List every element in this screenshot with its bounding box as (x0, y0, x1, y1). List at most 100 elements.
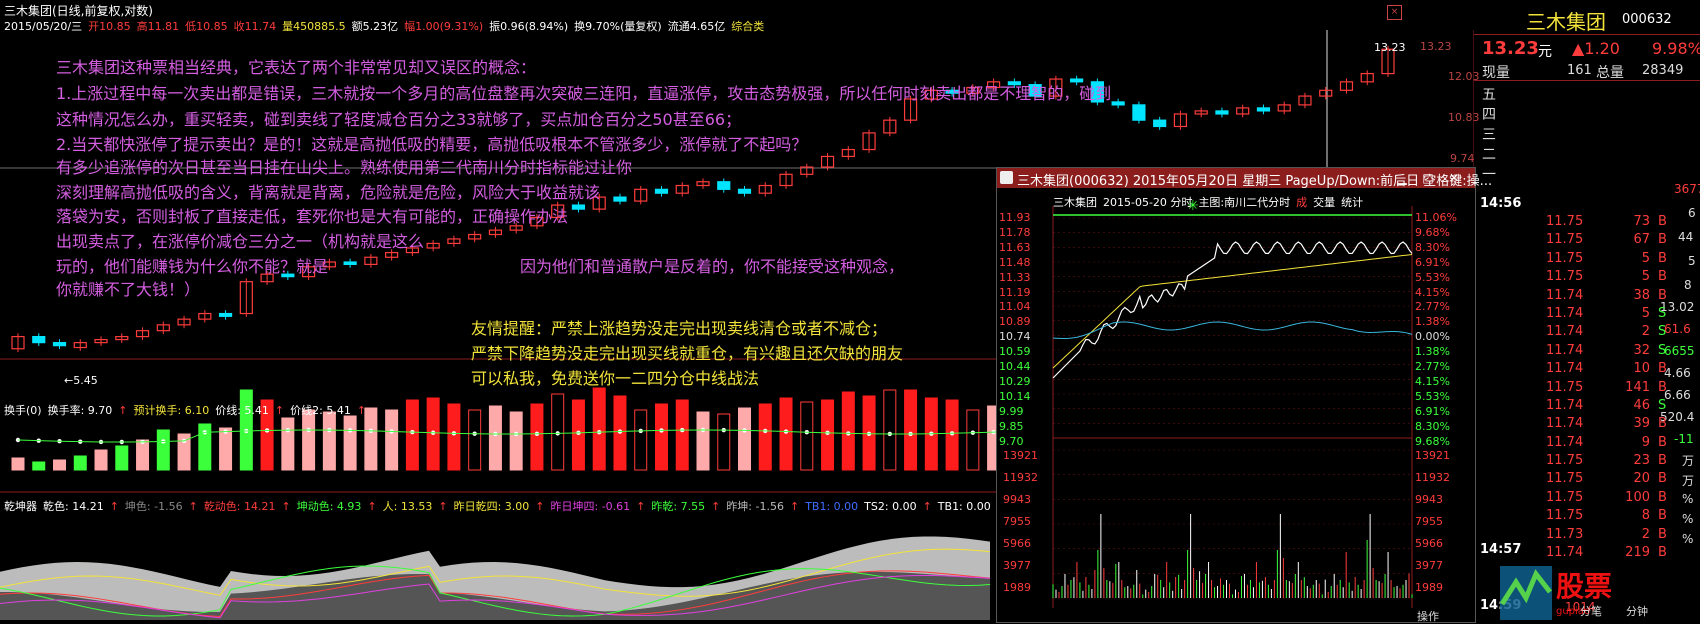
trade-row: 11.75 141 B (1474, 380, 1700, 398)
turnover-bar (488, 405, 502, 471)
axis-tick: 8.30% (1415, 240, 1450, 254)
intraday-window-titlebar[interactable]: 三木集团(000632) 2015年05月20日 星期三 PageUp/Down… (997, 168, 1492, 189)
ind2-18: ↑ (789, 500, 800, 513)
trade-vol: 10 (1633, 361, 1650, 377)
candle-body (1215, 110, 1229, 115)
close-icon[interactable]: × (1387, 5, 1402, 20)
ind2-1: 乾色: 14.21 (43, 500, 104, 513)
trade-vol: 67 (1633, 232, 1650, 248)
intraday-window[interactable]: 三木集团(000632) 2015年05月20日 星期三 PageUp/Down… (996, 167, 1492, 624)
axis-tick: 0.00% (1415, 330, 1450, 344)
axis-tick: 1989 (1003, 581, 1031, 594)
annotation-line-2: 1.上涨过程中每一次卖出都是错误，三木就按一个多月的高位盘整再次突破三连阳，直逼… (56, 84, 1112, 103)
maximize-icon[interactable]: □ (1417, 170, 1439, 186)
trade-price: 11.74 (1546, 361, 1584, 377)
trade-price: 11.74 (1546, 287, 1584, 303)
trade-dir: B (1658, 471, 1667, 487)
ask-2-label: 二 (1482, 147, 1496, 163)
trade-price: 11.75 (1546, 471, 1584, 487)
annotation-line-5: 有多少追涨停的次日甚至当日挂在山尖上。熟练使用第二代南川分时指标能过让你 (56, 158, 633, 177)
tab-fenzhong[interactable]: 分钟 (1626, 603, 1648, 619)
axis-tick: 5966 (1415, 537, 1443, 550)
annotation-line-10: 你就赚不了大钱！） (56, 280, 201, 299)
ind2-11: 昨日乾四: 3.00 (453, 500, 530, 513)
ind2-12: ↑ (535, 500, 545, 513)
ind1-2: ↑ (118, 404, 128, 417)
ind2-3: 坤色: -1.56 (124, 500, 183, 513)
candle-body (717, 181, 731, 190)
axis-tick: 11.06% (1415, 211, 1457, 224)
trade-vol: 32 (1633, 342, 1650, 358)
turnover-bar (219, 427, 233, 471)
trade-dir: B (1658, 232, 1667, 248)
axis-tick: 13921 (1415, 449, 1450, 462)
close-icon[interactable]: ✕ (1443, 170, 1465, 186)
turnover-bar (758, 403, 772, 471)
candle-body (1153, 119, 1167, 128)
axis-tick: 11.04 (999, 300, 1031, 314)
trade-price: 11.74 (1546, 342, 1584, 358)
turnover-bar (73, 455, 87, 471)
trade-row: 11.75 20 B (1474, 471, 1700, 489)
axis-tick: 1.38% (1415, 315, 1450, 329)
annotation-line-7: 落袋为安，否则封板了直接走低，套死你也是大有可能的，正确操作办法 (56, 207, 569, 226)
stock-name: 三木集团 (1526, 10, 1606, 34)
trade-dir: S (1658, 342, 1667, 358)
axis-tick: 9.68% (1415, 225, 1450, 239)
tab-fenbi[interactable]: 分笔 (1580, 603, 1602, 619)
axis-tick: 11.93 (999, 211, 1031, 224)
trade-list[interactable]: 11.75 73 B 11.75 67 B 11.75 5 B 11.75 5 B 11.74 38 B 11… (1474, 214, 1700, 563)
trade-dir: S (1658, 305, 1667, 321)
turnover-bar (696, 411, 710, 471)
minimize-icon[interactable]: ▁ (1391, 170, 1413, 186)
ind2-2: ↑ (109, 500, 119, 513)
trade-dir: B (1658, 434, 1667, 450)
turnover-bar (136, 439, 150, 471)
turnover-bar (883, 389, 897, 471)
annotation-line-9: 玩的，他们能赚钱为什么你不能？就是 (56, 257, 329, 276)
turnover-bar (738, 407, 752, 471)
trade-vol: 46 (1633, 397, 1650, 413)
trade-vol: 2 (1641, 324, 1650, 340)
axis-tick: 6.91% (1415, 255, 1450, 269)
trade-row: 11.74 5 S (1474, 306, 1700, 324)
turnover-bar (634, 409, 648, 471)
axis-tick: 6.91% (1415, 404, 1450, 418)
axis-tick: 11.78 (999, 225, 1031, 239)
trade-row: 11.74 2 S (1474, 324, 1700, 342)
intraday-price-line (1052, 241, 1413, 379)
axis-tick: 2.77% (1415, 360, 1450, 373)
ind2-10: ↑ (438, 500, 448, 513)
turnover-bar (654, 403, 668, 471)
axis-tick: 9.68% (1415, 434, 1450, 448)
trade-dir: B (1658, 508, 1667, 524)
trade-row: 11.74 38 B (1474, 288, 1700, 306)
turnover-bar (281, 417, 295, 471)
ind2-16: ↑ (711, 500, 721, 513)
turnover-bar (904, 389, 918, 471)
trade-vol: 5 (1641, 250, 1650, 266)
candle-body (737, 188, 752, 194)
axis-tick: 11.63 (999, 240, 1031, 254)
app-icon (1000, 171, 1013, 184)
trade-price: 11.75 (1546, 232, 1584, 248)
annotation-line-11: 因为他们和普通散户是反着的，你不能接受这种观念， (520, 257, 905, 276)
axis-tick: 11.19 (999, 285, 1031, 299)
trade-vol: 73 (1633, 214, 1650, 229)
turnover-bar (675, 399, 689, 471)
ind1-6: 价线2: 5.41 (290, 404, 351, 417)
intraday-chart: ✳ (1052, 198, 1413, 608)
axis-tick: 10.29 (999, 374, 1031, 388)
axis-tick: 3977 (1415, 559, 1443, 572)
price-unit: 元 (1538, 44, 1552, 60)
axis-tick: 7955 (1415, 515, 1443, 528)
axis-tick: 1.38% (1415, 345, 1450, 359)
candle-body (32, 335, 46, 344)
op-label[interactable]: 操作 (1417, 608, 1439, 624)
current-vol: 161 (1567, 63, 1592, 78)
turnover-bar (343, 415, 357, 471)
total-vol-label: 总量 (1596, 65, 1624, 81)
ind2-9: 人: 13.53 (382, 500, 433, 513)
trade-dir: B (1658, 214, 1667, 229)
axis-tick: 11932 (1003, 471, 1038, 484)
